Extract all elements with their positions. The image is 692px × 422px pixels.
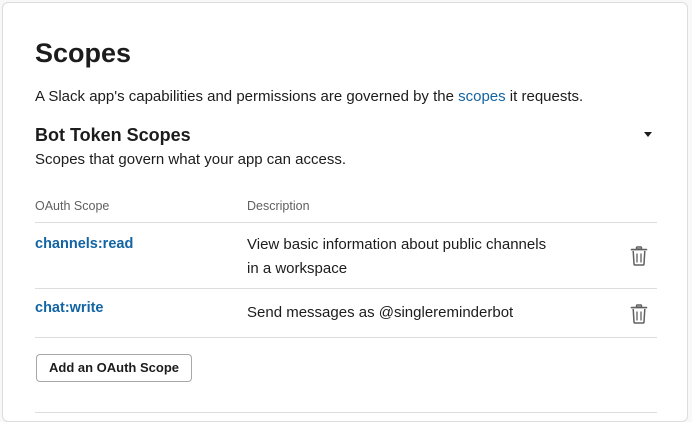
scope-link-channels-read[interactable]: channels:read	[35, 234, 133, 254]
table-header: OAuth Scope Description	[35, 189, 657, 223]
section-title: Bot Token Scopes	[35, 125, 191, 145]
scopes-card: Scopes A Slack app's capabilities and pe…	[2, 2, 688, 422]
trash-icon	[630, 304, 648, 324]
header-description: Description	[247, 199, 310, 213]
intro-text-after: it requests.	[505, 88, 584, 105]
scope-description: Send messages as @singlereminderbot	[247, 301, 587, 325]
scope-link-chat-write[interactable]: chat:write	[35, 298, 104, 318]
collapse-toggle-button[interactable]	[641, 127, 655, 141]
table-row: chat:write Send messages as @singleremin…	[35, 289, 657, 338]
scope-description-line: Send messages as @singlereminderbot	[247, 304, 514, 321]
header-oauth-scope: OAuth Scope	[35, 199, 110, 213]
trash-icon	[630, 246, 648, 266]
caret-down-icon	[644, 132, 652, 137]
scope-description: View basic information about public chan…	[247, 233, 587, 281]
intro-text-before: A Slack app's capabilities and permissio…	[35, 88, 459, 105]
scopes-table: OAuth Scope Description channels:read Vi…	[35, 189, 657, 338]
page-title: Scopes	[35, 38, 132, 68]
delete-scope-button[interactable]	[630, 304, 648, 324]
table-row: channels:read View basic information abo…	[35, 223, 657, 289]
section-description: Scopes that govern what your app can acc…	[35, 151, 347, 168]
scope-description-line: in a workspace	[247, 260, 348, 277]
scopes-link[interactable]: scopes	[458, 88, 506, 105]
scope-description-line: View basic information about public chan…	[247, 236, 547, 253]
scopes-intro: A Slack app's capabilities and permissio…	[35, 87, 583, 107]
divider	[35, 412, 657, 413]
add-oauth-scope-button[interactable]: Add an OAuth Scope	[36, 354, 192, 382]
delete-scope-button[interactable]	[630, 246, 648, 266]
